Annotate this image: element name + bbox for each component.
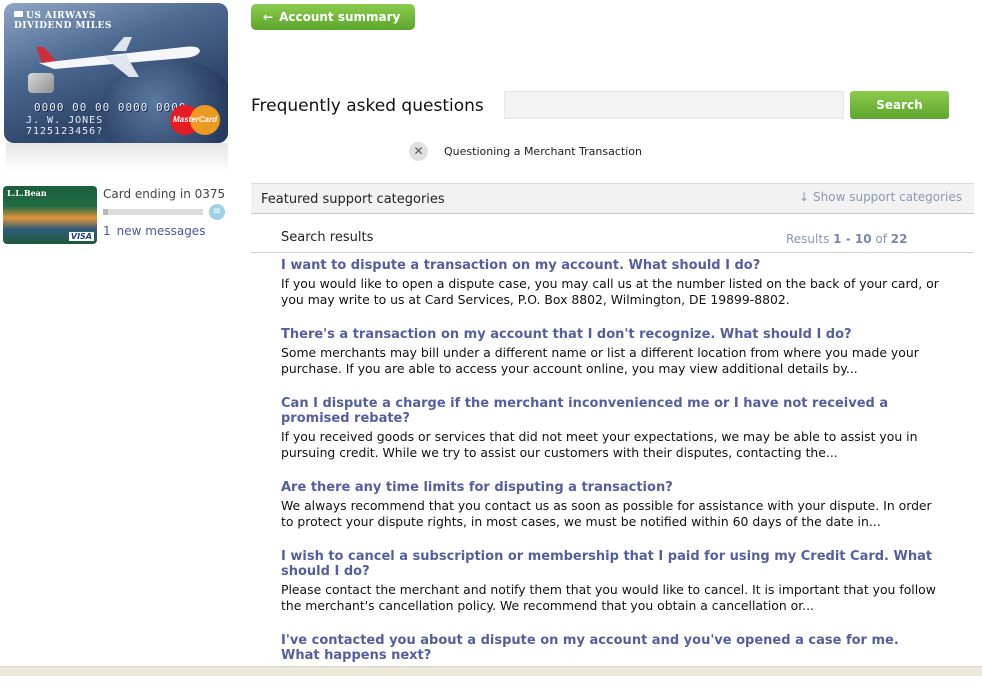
mastercard-logo: MasterCard	[170, 105, 220, 135]
card-reflection	[6, 143, 228, 173]
account-summary-button[interactable]: ← Account summary	[251, 4, 415, 30]
result-question-link[interactable]: Can I dispute a charge if the merchant i…	[281, 396, 941, 426]
result-question-link[interactable]: There's a transaction on my account that…	[281, 327, 941, 342]
card-ending-text[interactable]: Card ending in 0375	[103, 187, 225, 201]
featured-categories-label: Featured support categories	[261, 192, 445, 207]
card-chip-icon	[28, 73, 54, 93]
card-holder-number: 7125123456?	[26, 126, 104, 137]
result-question-link[interactable]: I wish to cancel a subscription or membe…	[281, 549, 941, 579]
result-item: I want to dispute a transaction on my ac…	[281, 258, 941, 308]
results-count: Results 1 - 10 of 22	[786, 232, 908, 246]
result-answer-snippet: We always recommend that you contact us …	[281, 498, 932, 529]
card-holder-name: J. W. JONES	[26, 115, 104, 126]
airplane-icon	[36, 37, 200, 77]
divider	[251, 252, 974, 253]
result-question-link[interactable]: I've contacted you about a dispute on my…	[281, 633, 941, 663]
result-item: There's a transaction on my account that…	[281, 327, 941, 377]
result-question-link[interactable]: Are there any time limits for disputing …	[281, 480, 941, 495]
show-support-categories-link[interactable]: ↓ Show support categories	[799, 190, 962, 204]
results-list: I want to dispute a transaction on my ac…	[281, 258, 941, 682]
expand-card-icon[interactable]: ≡	[209, 204, 225, 220]
results-of: of	[875, 232, 887, 246]
results-prefix: Results	[786, 232, 830, 246]
visa-logo: VISA	[68, 232, 94, 241]
new-messages-link[interactable]: 1 new messages	[103, 224, 205, 238]
result-question-link[interactable]: I want to dispute a transaction on my ac…	[281, 258, 941, 273]
results-total: 22	[890, 232, 908, 246]
mastercard-logo-text: MasterCard	[172, 115, 217, 124]
results-range: 1 - 10	[833, 232, 872, 246]
message-label: new messages	[116, 224, 206, 238]
page-title: Frequently asked questions	[251, 96, 484, 116]
card-progress-bar	[103, 209, 203, 215]
card-brand-line1: US AIRWAYS	[26, 11, 96, 21]
card-brand: US AIRWAYS DIVIDEND MILES	[14, 11, 112, 31]
search-button[interactable]: Search	[850, 91, 949, 119]
primary-card-image[interactable]: US AIRWAYS DIVIDEND MILES 0000 00 00 000…	[4, 3, 228, 143]
active-filter-label: Questioning a Merchant Transaction	[444, 145, 642, 158]
search-input[interactable]	[504, 91, 844, 119]
search-results-heading: Search results	[281, 230, 374, 245]
card-brand-line2: DIVIDEND MILES	[14, 21, 112, 31]
show-support-categories-label: Show support categories	[813, 190, 962, 204]
llbean-logo: L.L.Bean	[7, 188, 47, 198]
secondary-card-image[interactable]: L.L.Bean VISA	[3, 186, 97, 244]
result-item: Can I dispute a charge if the merchant i…	[281, 396, 941, 461]
arrow-down-icon: ↓	[799, 190, 810, 204]
close-circle-icon[interactable]: ✕	[409, 142, 428, 161]
result-answer-snippet: Some merchants may bill under a differen…	[281, 345, 919, 376]
arrow-left-icon: ←	[263, 10, 274, 24]
result-item: I've contacted you about a dispute on my…	[281, 633, 941, 663]
card-progress-fill	[103, 209, 108, 215]
result-item: I wish to cancel a subscription or membe…	[281, 549, 941, 614]
usairways-flag-icon	[14, 11, 23, 17]
message-count: 1	[103, 224, 111, 238]
result-answer-snippet: If you would like to open a dispute case…	[281, 276, 939, 307]
result-answer-snippet: If you received goods or services that d…	[281, 429, 918, 460]
account-summary-label: Account summary	[279, 10, 401, 24]
card-holder: J. W. JONES 7125123456?	[26, 115, 103, 137]
featured-categories-bar: Featured support categories ↓ Show suppo…	[251, 183, 974, 214]
card-number: 0000 00 00 0000 0000	[34, 101, 187, 114]
result-item: Are there any time limits for disputing …	[281, 480, 941, 530]
result-answer-snippet: Please contact the merchant and notify t…	[281, 582, 936, 613]
